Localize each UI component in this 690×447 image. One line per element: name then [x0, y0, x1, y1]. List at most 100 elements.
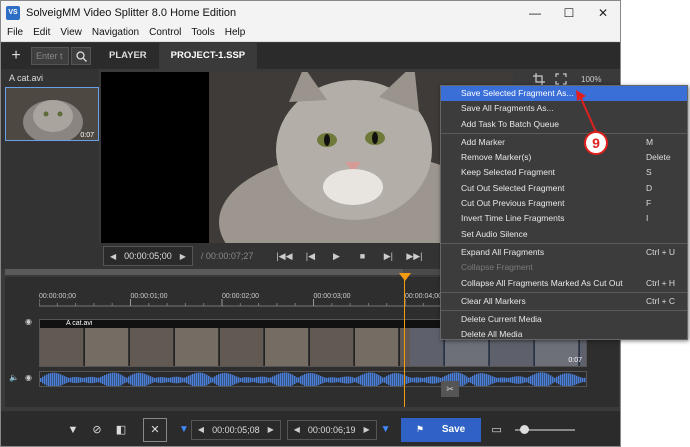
- maximize-button[interactable]: ☐: [552, 1, 586, 24]
- waveform-bar: [262, 376, 264, 384]
- video-track-frame: [40, 328, 84, 366]
- waveform-bar: [510, 377, 512, 383]
- context-item-add-marker[interactable]: Add Marker M: [441, 135, 687, 150]
- waveform-bar: [96, 377, 98, 383]
- fragment-icon[interactable]: ◧: [109, 418, 133, 442]
- mute-audio-icon[interactable]: ✕: [143, 417, 167, 442]
- waveform-bar: [362, 374, 364, 386]
- folder-icon[interactable]: ▭: [485, 418, 509, 442]
- menu-view[interactable]: View: [56, 27, 86, 38]
- filter-icon[interactable]: ▼: [61, 418, 85, 442]
- playhead-marker[interactable]: [399, 273, 411, 281]
- fullscreen-icon[interactable]: [555, 73, 567, 85]
- marker-out-icon[interactable]: ▼: [381, 424, 391, 435]
- step-back-small-icon[interactable]: ◀: [110, 252, 116, 261]
- waveform-bar: [216, 375, 218, 385]
- waveform-bar: [548, 374, 550, 386]
- context-item-expand-all-fragments[interactable]: Expand All Fragments Ctrl + U: [441, 245, 687, 260]
- waveform-bar: [204, 373, 206, 386]
- menu-control[interactable]: Control: [145, 27, 185, 38]
- waveform-bar: [524, 377, 526, 383]
- waveform-bar: [92, 376, 94, 384]
- context-item-invert-time-line-fragments[interactable]: Invert Time Line Fragments I: [441, 211, 687, 226]
- go-to-end-icon[interactable]: ▶▶|: [401, 251, 427, 262]
- volume-slider-knob[interactable]: [520, 424, 530, 434]
- filter-off-icon[interactable]: ⊘: [85, 418, 109, 442]
- waveform-bar: [508, 377, 510, 383]
- menu-navigation[interactable]: Navigation: [88, 27, 143, 38]
- waveform-bar: [100, 376, 102, 384]
- audio-speaker-icon[interactable]: 🔈: [9, 373, 19, 382]
- zoom-level[interactable]: 100%: [581, 75, 601, 84]
- context-item-delete-all-media[interactable]: Delete All Media: [441, 327, 687, 342]
- marker-in-next-icon[interactable]: ▶: [268, 425, 274, 434]
- waveform-bar: [530, 375, 532, 385]
- menu-file[interactable]: File: [3, 27, 27, 38]
- stop-icon[interactable]: ■: [349, 251, 375, 261]
- menu-help[interactable]: Help: [221, 27, 250, 38]
- save-button[interactable]: ⚑ Save: [400, 417, 481, 442]
- search-button[interactable]: [71, 47, 91, 65]
- go-to-start-icon[interactable]: |◀◀: [271, 251, 297, 262]
- waveform-bar: [166, 377, 168, 383]
- waveform-bar: [586, 378, 587, 383]
- add-media-button[interactable]: +: [5, 47, 27, 65]
- media-thumbnail[interactable]: 0:07: [5, 87, 99, 141]
- waveform-bar: [156, 377, 158, 383]
- context-item-cut-out-previous-fragment[interactable]: Cut Out Previous Fragment F: [441, 196, 687, 211]
- scissors-icon[interactable]: ✂: [441, 381, 459, 397]
- waveform-bar: [566, 373, 568, 386]
- context-item-save-selected-fragment-as[interactable]: Save Selected Fragment As...: [441, 86, 687, 102]
- marker-in-time-box[interactable]: ◀ 00:00:05;08 ▶: [190, 419, 281, 440]
- context-item-cut-out-selected-fragment[interactable]: Cut Out Selected Fragment D: [441, 181, 687, 196]
- volume-slider[interactable]: [514, 424, 575, 434]
- next-frame-icon[interactable]: ▶|: [375, 251, 401, 262]
- video-track-eye-icon[interactable]: ◉: [25, 317, 32, 326]
- context-item-label: Delete All Media: [461, 329, 523, 340]
- tab-project[interactable]: PROJECT-1.SSP: [158, 43, 258, 69]
- waveform-bar: [52, 372, 54, 386]
- menu-tools[interactable]: Tools: [187, 27, 218, 38]
- step-forward-small-icon[interactable]: ▶: [180, 252, 186, 261]
- waveform-bar: [308, 373, 310, 386]
- waveform-bar: [248, 377, 250, 383]
- waveform-bar: [584, 377, 586, 383]
- waveform-bar: [496, 377, 498, 383]
- search-input[interactable]: Enter t: [31, 47, 69, 65]
- waveform-bar: [488, 374, 490, 386]
- context-item-add-task-to-batch-queue[interactable]: Add Task To Batch Queue: [441, 117, 687, 132]
- marker-out-next-icon[interactable]: ▶: [363, 425, 369, 434]
- context-item-remove-marker-s[interactable]: Remove Marker(s) Delete: [441, 150, 687, 165]
- play-icon[interactable]: ▶: [323, 251, 349, 262]
- waveform-bar: [84, 377, 86, 383]
- context-item-clear-all-markers[interactable]: Clear All Markers Ctrl + C: [441, 294, 687, 309]
- context-item-collapse-fragment: Collapse Fragment: [441, 260, 687, 275]
- audio-track-eye-icon[interactable]: ◉: [25, 373, 32, 382]
- waveform-bar: [526, 377, 528, 383]
- waveform-bar: [302, 374, 304, 386]
- previous-frame-icon[interactable]: |◀: [297, 251, 323, 262]
- menu-edit[interactable]: Edit: [29, 27, 54, 38]
- waveform-bar: [324, 377, 326, 383]
- current-time-box[interactable]: ◀ 00:00:05;00 ▶: [103, 246, 193, 266]
- context-item-label: Invert Time Line Fragments: [461, 213, 565, 224]
- waveform-bar: [486, 374, 488, 386]
- context-item-keep-selected-fragment[interactable]: Keep Selected Fragment S: [441, 165, 687, 180]
- waveform-bar: [240, 377, 242, 383]
- marker-out-time-box[interactable]: ◀ 00:00:06;19 ▶: [286, 419, 377, 440]
- marker-out-prev-icon[interactable]: ◀: [294, 425, 300, 434]
- marker-in-icon[interactable]: ▼: [179, 424, 189, 435]
- waveform-bar: [334, 377, 336, 383]
- crop-icon[interactable]: [533, 73, 545, 85]
- close-button[interactable]: ✕: [586, 1, 620, 24]
- context-item-collapse-all-fragments-marked-as-cut-out[interactable]: Collapse All Fragments Marked As Cut Out…: [441, 276, 687, 291]
- minimize-button[interactable]: —: [518, 1, 552, 24]
- context-item-set-audio-silence[interactable]: Set Audio Silence: [441, 227, 687, 242]
- context-item-save-all-fragments-as[interactable]: Save All Fragments As...: [441, 101, 687, 116]
- tab-player[interactable]: PLAYER: [97, 43, 159, 69]
- marker-in-prev-icon[interactable]: ◀: [198, 425, 204, 434]
- audio-track[interactable]: [39, 371, 587, 387]
- context-item-delete-current-media[interactable]: Delete Current Media: [441, 312, 687, 327]
- waveform-bar: [194, 373, 196, 386]
- waveform-bar: [436, 376, 438, 384]
